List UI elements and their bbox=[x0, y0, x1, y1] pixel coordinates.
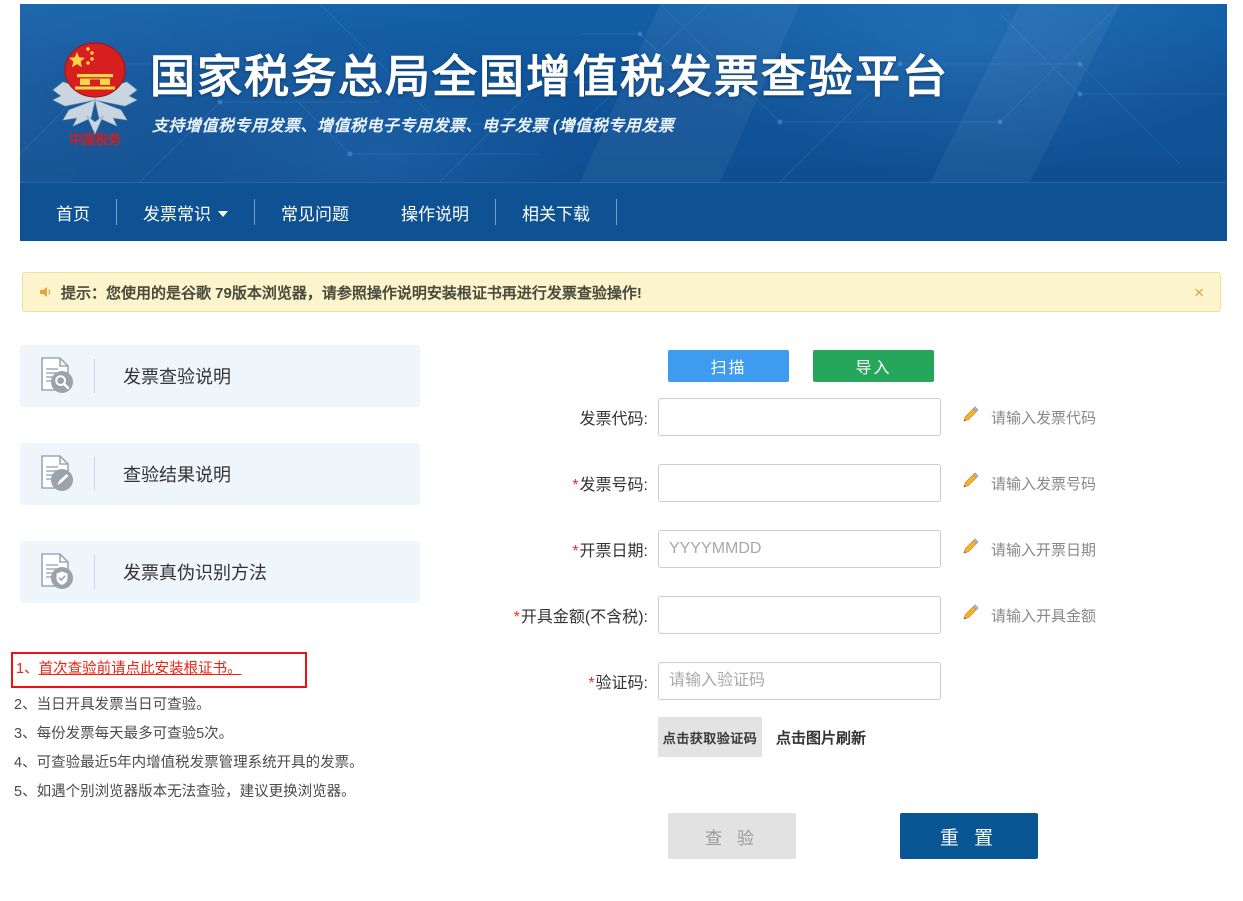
captcha-image-row: 点击获取验证码 点击图片刷新 bbox=[658, 717, 866, 757]
hint-text: 请输入开票日期 bbox=[991, 539, 1096, 560]
install-root-certificate-link[interactable]: 首次查验前请点此安装根证书。 bbox=[39, 661, 242, 677]
hint-text: 请输入开具金额 bbox=[991, 605, 1096, 626]
note-number: 1、 bbox=[16, 661, 39, 677]
field-hint: 请输入开票日期 bbox=[962, 538, 1096, 560]
required-asterisk: * bbox=[588, 675, 594, 692]
close-icon[interactable]: × bbox=[1190, 284, 1208, 301]
speaker-icon bbox=[37, 284, 53, 300]
pencil-icon bbox=[962, 604, 979, 626]
note-number: 5、 bbox=[14, 784, 37, 800]
form-row-captcha: *验证码: bbox=[440, 661, 1230, 701]
captcha-input[interactable] bbox=[658, 662, 941, 700]
page-title: 国家税务总局全国增值税发票查验平台 bbox=[150, 40, 949, 105]
notice-text: 提示：您使用的是谷歌 79版本浏览器，请参照操作说明安装根证书再进行发票查验操作… bbox=[61, 282, 642, 303]
note-number: 2、 bbox=[14, 697, 37, 713]
form-row-invoice-number: *发票号码: 请输入发票号码 bbox=[440, 463, 1230, 503]
document-search-icon bbox=[20, 356, 94, 396]
pencil-icon bbox=[962, 472, 979, 494]
info-card-list: 发票查验说明 查验结果说明 bbox=[20, 345, 420, 639]
field-label-text: 开票日期: bbox=[580, 543, 648, 560]
nav-item-faq[interactable]: 常见问题 bbox=[255, 200, 375, 225]
form-row-invoice-code: 发票代码: 请输入发票代码 bbox=[440, 397, 1230, 437]
required-asterisk: * bbox=[572, 477, 578, 494]
nav-divider bbox=[616, 199, 617, 225]
note-number: 4、 bbox=[14, 755, 37, 771]
info-card-label: 查验结果说明 bbox=[95, 461, 231, 487]
note-text: 当日开具发票当日可查验。 bbox=[37, 697, 211, 713]
site-banner: 中国税务 国家税务总局全国增值税发票查验平台 支持增值税专用发票、增值税电子专用… bbox=[20, 4, 1227, 182]
field-label-text: 开具金额(不含税): bbox=[521, 609, 648, 626]
form-row-invoice-date: *开票日期: 请输入开票日期 bbox=[440, 529, 1230, 569]
required-asterisk: * bbox=[572, 543, 578, 560]
import-button[interactable]: 导入 bbox=[813, 350, 934, 382]
field-label: *验证码: bbox=[440, 669, 658, 693]
hint-text: 请输入发票号码 bbox=[991, 473, 1096, 494]
field-label-text: 发票号码: bbox=[580, 477, 648, 494]
document-pencil-icon bbox=[20, 454, 94, 494]
pencil-icon bbox=[962, 406, 979, 428]
invoice-amount-input[interactable] bbox=[658, 596, 941, 634]
field-hint: 请输入发票号码 bbox=[962, 472, 1096, 494]
note-text: 可查验最近5年内增值税发票管理系统开具的发票。 bbox=[37, 755, 364, 771]
info-card-label: 发票真伪识别方法 bbox=[95, 559, 267, 585]
field-label: *发票号码: bbox=[440, 471, 658, 495]
list-item[interactable]: 1、首次查验前请点此安装根证书。 bbox=[11, 652, 307, 688]
nav-item-label: 发票常识 bbox=[143, 200, 211, 225]
list-item: 4、可查验最近5年内增值税发票管理系统开具的发票。 bbox=[14, 749, 420, 778]
captcha-image[interactable]: 点击获取验证码 bbox=[658, 717, 762, 757]
field-hint: 请输入发票代码 bbox=[962, 406, 1096, 428]
svg-text:中国税务: 中国税务 bbox=[69, 132, 122, 147]
nav-item-label: 操作说明 bbox=[401, 200, 469, 225]
invoice-number-input[interactable] bbox=[658, 464, 941, 502]
invoice-date-input[interactable] bbox=[658, 530, 941, 568]
pencil-icon bbox=[962, 538, 979, 560]
nav-item-home[interactable]: 首页 bbox=[20, 200, 116, 225]
form-action-buttons: 查 验 重 置 bbox=[668, 813, 1038, 859]
nav-item-label: 首页 bbox=[56, 200, 90, 225]
nav-item-label: 相关下载 bbox=[522, 200, 590, 225]
list-item: 2、当日开具发票当日可查验。 bbox=[14, 691, 420, 720]
form-row-invoice-amount: *开具金额(不含税): 请输入开具金额 bbox=[440, 595, 1230, 635]
info-card-label: 发票查验说明 bbox=[95, 363, 231, 389]
invoice-code-input[interactable] bbox=[658, 398, 941, 436]
notice-banner: 提示：您使用的是谷歌 79版本浏览器，请参照操作说明安装根证书再进行发票查验操作… bbox=[22, 272, 1221, 312]
nav-item-invoice-knowledge[interactable]: 发票常识 bbox=[117, 200, 254, 225]
chevron-down-icon bbox=[218, 211, 228, 217]
required-asterisk: * bbox=[514, 609, 520, 626]
note-text: 如遇个别浏览器版本无法查验，建议更换浏览器。 bbox=[37, 784, 356, 800]
field-label: *开具金额(不含税): bbox=[440, 603, 658, 627]
info-card-authenticity-guide[interactable]: 发票真伪识别方法 bbox=[20, 541, 420, 603]
nav-item-label: 常见问题 bbox=[281, 200, 349, 225]
info-card-invoice-check-guide[interactable]: 发票查验说明 bbox=[20, 345, 420, 407]
main-navigation: 首页 发票常识 常见问题 操作说明 相关下载 bbox=[20, 182, 1227, 241]
list-item: 5、如遇个别浏览器版本无法查验，建议更换浏览器。 bbox=[14, 778, 420, 807]
reset-button[interactable]: 重 置 bbox=[900, 813, 1038, 859]
form-top-buttons: 扫描 导入 bbox=[668, 350, 934, 382]
captcha-refresh-label[interactable]: 点击图片刷新 bbox=[776, 727, 866, 748]
field-label-text: 验证码: bbox=[596, 675, 648, 692]
nav-item-downloads[interactable]: 相关下载 bbox=[496, 200, 616, 225]
document-shield-icon bbox=[20, 552, 94, 592]
field-label: *开票日期: bbox=[440, 537, 658, 561]
note-text: 每份发票每天最多可查验5次。 bbox=[37, 726, 234, 742]
usage-notes-list: 1、首次查验前请点此安装根证书。 2、当日开具发票当日可查验。 3、每份发票每天… bbox=[14, 652, 420, 807]
field-hint: 请输入开具金额 bbox=[962, 604, 1096, 626]
china-tax-emblem-icon: 中国税务 bbox=[47, 38, 143, 150]
field-label: 发票代码: bbox=[440, 405, 658, 429]
hint-text: 请输入发票代码 bbox=[991, 407, 1096, 428]
note-number: 3、 bbox=[14, 726, 37, 742]
verify-button[interactable]: 查 验 bbox=[668, 813, 796, 859]
field-label-text: 发票代码: bbox=[580, 411, 648, 428]
list-item: 3、每份发票每天最多可查验5次。 bbox=[14, 720, 420, 749]
banner-subtitle: 支持增值税专用发票、增值税电子专用发票、电子发票 (增值税专用发票 bbox=[152, 112, 674, 136]
info-card-result-guide[interactable]: 查验结果说明 bbox=[20, 443, 420, 505]
scan-button[interactable]: 扫描 bbox=[668, 350, 789, 382]
nav-item-instructions[interactable]: 操作说明 bbox=[375, 200, 495, 225]
